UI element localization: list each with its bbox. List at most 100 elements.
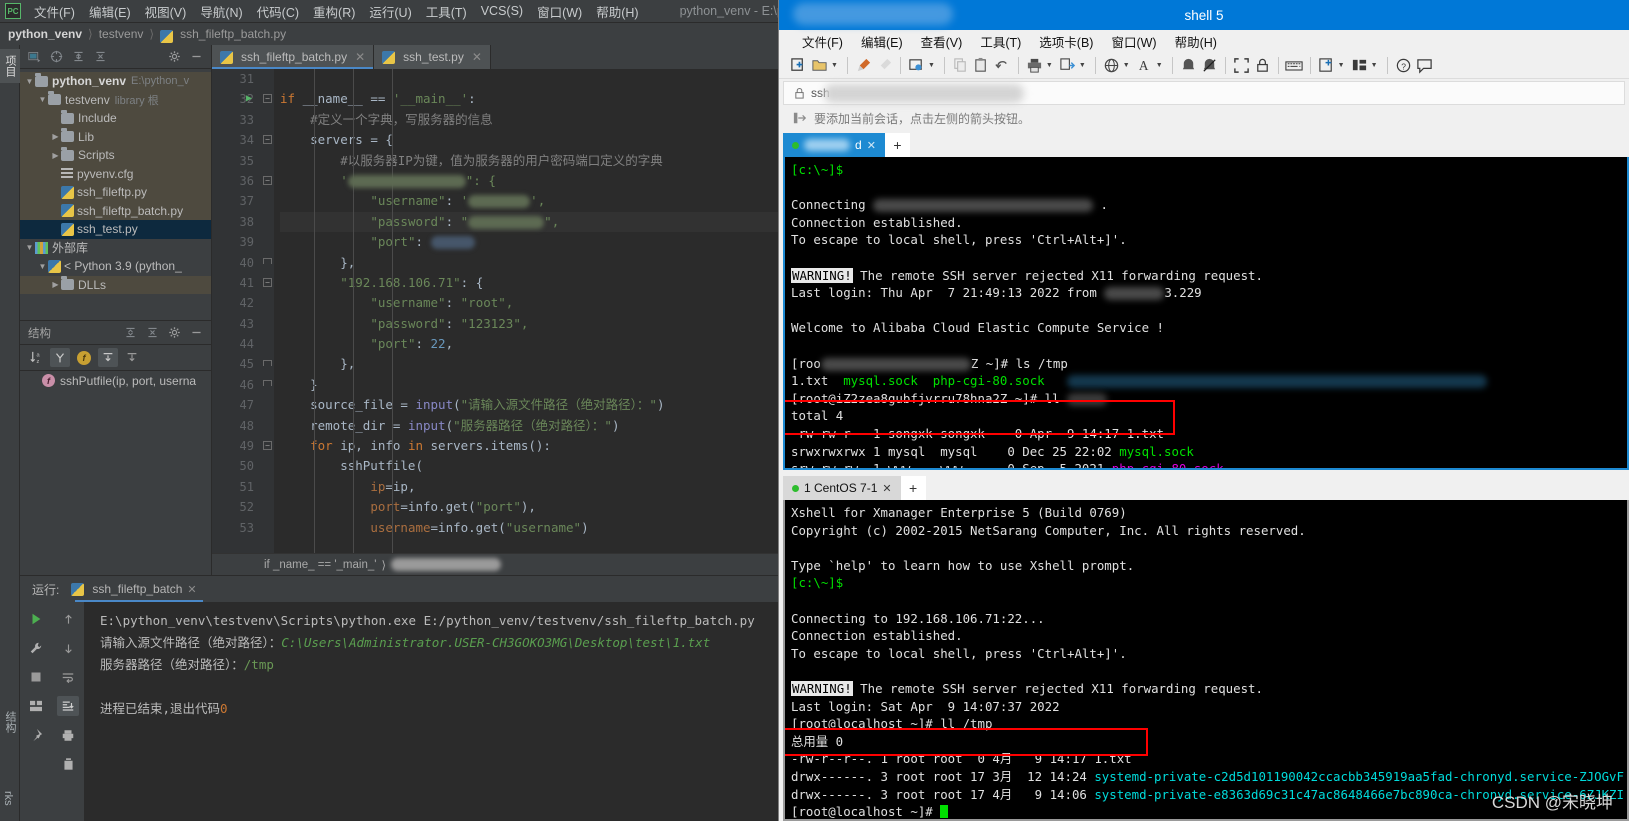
run-gutter-icon[interactable]: ▶	[246, 93, 252, 104]
new-tab-button[interactable]: +	[900, 476, 926, 500]
help-icon[interactable]: ?	[1394, 56, 1413, 75]
new-session-icon[interactable]	[789, 56, 808, 75]
code-line[interactable]: ip=ip,	[280, 477, 778, 497]
close-icon[interactable]: ✕	[882, 482, 891, 495]
tree-item[interactable]: Include	[20, 109, 211, 128]
tree-item[interactable]: ssh_fileftp_batch.py	[20, 201, 211, 220]
chevron-down-icon[interactable]: ▼	[1079, 62, 1086, 69]
xshell-menu-item-0[interactable]: 文件(F)	[793, 30, 852, 53]
project-tree[interactable]: ▼ python_venv E:\python_v ▼ testvenv library …	[20, 69, 211, 294]
fold-toggle-icon[interactable]	[263, 359, 272, 366]
tree-item[interactable]: ▼ testvenv library 根	[20, 90, 211, 109]
print-icon[interactable]	[1025, 56, 1044, 75]
print-icon[interactable]	[57, 725, 79, 745]
close-icon[interactable]: ✕	[472, 50, 482, 64]
code-line[interactable]: },	[280, 354, 778, 374]
chevron-right-icon[interactable]: ▶	[50, 132, 61, 141]
undo-icon[interactable]	[993, 56, 1012, 75]
terminal-tab-active-1[interactable]: d ✕	[783, 133, 885, 157]
menu-item-2[interactable]: 视图(V)	[138, 0, 194, 23]
bell-icon[interactable]	[1179, 56, 1198, 75]
chevron-down-icon[interactable]: ▼	[1123, 62, 1130, 69]
fold-toggle-icon[interactable]: −	[263, 441, 272, 451]
tree-item[interactable]: ▼ 外部库	[20, 239, 211, 258]
settings-wrench-icon[interactable]	[25, 638, 47, 658]
tree-item[interactable]: ▶ DLLs	[20, 275, 211, 294]
breadcrumb-mid[interactable]: testvenv	[99, 27, 144, 41]
code-line[interactable]: ' ": {	[280, 171, 778, 191]
code-line[interactable]: source_file = input("请输入源文件路径（绝对路径）：")	[280, 395, 778, 415]
autoscroll-from-source-icon[interactable]	[122, 348, 142, 367]
chevron-right-icon[interactable]: ▶	[50, 151, 61, 160]
tree-item[interactable]: ▼ < Python 3.9 (python_	[20, 257, 211, 276]
menu-item-8[interactable]: VCS(S)	[474, 2, 530, 20]
file-transfer-icon[interactable]	[1058, 56, 1077, 75]
tree-item[interactable]: pyvenv.cfg	[20, 164, 211, 183]
breadcrumb-file[interactable]: ssh_fileftp_batch.py	[180, 27, 286, 41]
code-line[interactable]: "port": 22,	[280, 334, 778, 354]
fold-toggle-icon[interactable]: −	[263, 176, 272, 185]
terminal-tabs-2[interactable]: 1 CentOS 7-1 ✕ +	[783, 474, 1629, 500]
fold-toggle-icon[interactable]: −	[263, 278, 272, 287]
source-code[interactable]: if __name__ == '__main__': #定义一个字典，写服务器的…	[274, 69, 778, 553]
code-line[interactable]: "password": "123123",	[280, 314, 778, 334]
chevron-down-icon[interactable]: ▼	[1338, 62, 1345, 69]
editor-breadcrumb-scope[interactable]: if _name_ == '_main_'	[264, 559, 376, 571]
terminal-output-1[interactable]: [c:\~]$ Connecting . Connection establishe…	[783, 157, 1629, 470]
paste-icon[interactable]	[972, 56, 991, 75]
menu-item-6[interactable]: 运行(U)	[362, 0, 418, 23]
collapse-all-icon[interactable]	[146, 326, 159, 339]
terminal-output-2[interactable]: CSDN @宋晓坤 Xshell for Xmanager Enterprise…	[783, 500, 1629, 821]
menu-item-3[interactable]: 导航(N)	[193, 0, 249, 23]
menu-item-7[interactable]: 工具(T)	[419, 0, 474, 23]
scroll-to-source-icon[interactable]	[50, 50, 63, 63]
fullscreen-icon[interactable]	[1232, 56, 1251, 75]
bell-mute-icon[interactable]	[1200, 56, 1219, 75]
sort-alphabetically-icon[interactable]: az	[26, 348, 46, 367]
xshell-menu-item-4[interactable]: 选项卡(B)	[1030, 30, 1102, 53]
copy-icon[interactable]	[951, 56, 970, 75]
code-line[interactable]: servers = {	[280, 130, 778, 150]
hide-panel-icon[interactable]	[190, 326, 203, 339]
chevron-down-icon[interactable]: ▼	[831, 62, 838, 69]
font-icon[interactable]: A	[1135, 56, 1154, 75]
menu-item-1[interactable]: 编辑(E)	[82, 0, 138, 23]
code-line[interactable]: #以服务器IP为键，值为服务器的用户密码端口定义的字典	[280, 151, 778, 171]
code-line[interactable]: "password": " ",	[280, 211, 778, 233]
stop-icon[interactable]	[25, 667, 47, 687]
run-console-output[interactable]: E:\python_venv\testvenv\Scripts\python.e…	[84, 602, 778, 821]
editor-tab[interactable]: ssh_test.py ✕	[374, 45, 491, 69]
tree-item[interactable]: ssh_fileftp.py	[20, 183, 211, 202]
xshell-menu-item-5[interactable]: 窗口(W)	[1102, 30, 1165, 53]
menu-item-9[interactable]: 窗口(W)	[530, 0, 589, 23]
close-icon[interactable]: ✕	[867, 139, 876, 152]
split-layout-icon[interactable]	[1350, 56, 1369, 75]
chevron-down-icon[interactable]: ▼	[1046, 62, 1053, 69]
close-icon[interactable]: ✕	[355, 50, 365, 64]
scroll-to-end-icon[interactable]	[57, 696, 79, 716]
session-properties-icon[interactable]	[907, 56, 926, 75]
expand-all-icon[interactable]	[72, 50, 85, 63]
expand-all-icon[interactable]	[124, 326, 137, 339]
code-line[interactable]: }	[280, 375, 778, 395]
tree-item[interactable]: ▼ python_venv E:\python_v	[20, 72, 211, 91]
chevron-down-icon[interactable]: ▼	[24, 243, 35, 252]
clear-screen-icon[interactable]	[875, 56, 894, 75]
paint-icon[interactable]	[854, 56, 873, 75]
tree-item[interactable]: ▶ Scripts	[20, 146, 211, 165]
add-pane-icon[interactable]	[1317, 56, 1336, 75]
code-line[interactable]	[280, 69, 778, 89]
xshell-menu-item-1[interactable]: 编辑(E)	[852, 30, 912, 53]
address-bar[interactable]: ssh	[783, 81, 1625, 105]
select-opened-file-icon[interactable]	[28, 50, 41, 63]
chevron-down-icon[interactable]: ▼	[1156, 62, 1163, 69]
down-arrow-icon[interactable]	[57, 638, 79, 658]
show-inherited-icon[interactable]	[50, 348, 70, 367]
autoscroll-to-source-icon[interactable]	[98, 348, 118, 367]
terminal-tab-2[interactable]: 1 CentOS 7-1 ✕	[783, 476, 901, 500]
menu-item-0[interactable]: 文件(F)	[27, 0, 82, 23]
code-line[interactable]: "username": "root",	[280, 293, 778, 313]
chevron-down-icon[interactable]: ▼	[37, 262, 48, 271]
tree-item[interactable]: ssh_test.py	[20, 220, 211, 239]
fold-toggle-icon[interactable]: −	[263, 94, 272, 104]
